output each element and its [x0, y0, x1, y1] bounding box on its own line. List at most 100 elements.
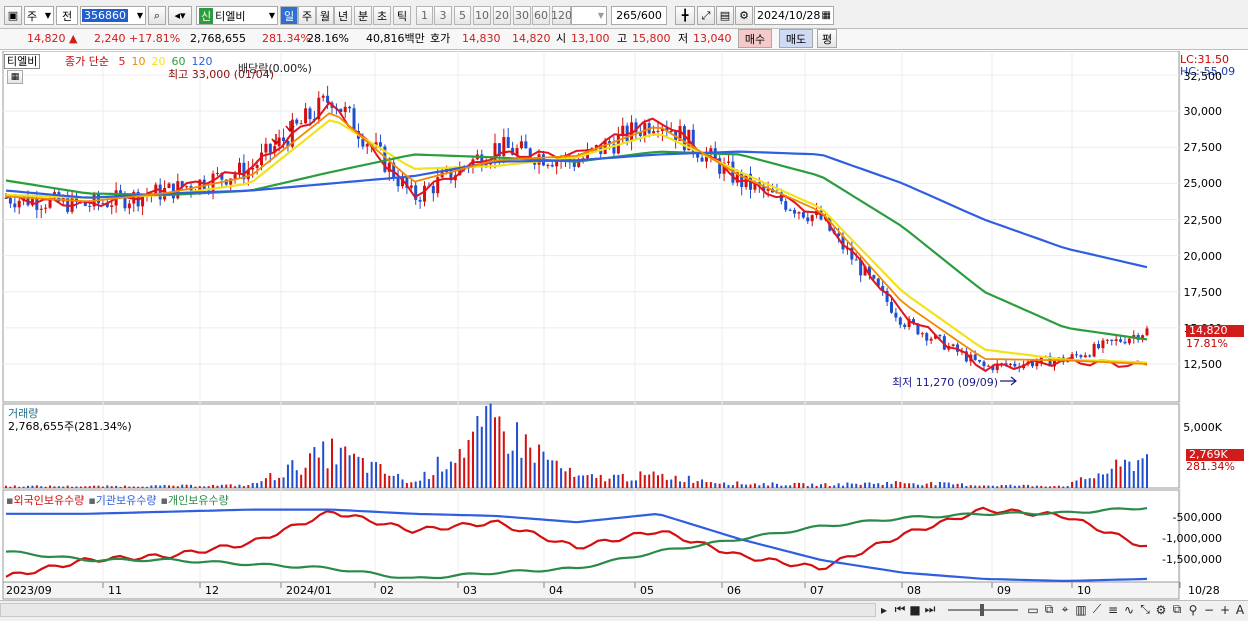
rewind-icon[interactable]: ⏮ — [893, 600, 907, 619]
table-icon[interactable]: ▦ — [7, 70, 23, 84]
volume-bar — [238, 484, 241, 488]
volume-bar — [242, 486, 245, 488]
volume-bar — [542, 451, 545, 488]
volume-bar — [1009, 484, 1012, 488]
holding-legend-item-0[interactable]: 외국인보유수량 — [13, 494, 84, 507]
count-field[interactable]: 265/600 — [611, 6, 667, 25]
candle-body — [1008, 363, 1012, 365]
chevron-down-icon[interactable]: ▼ — [137, 11, 143, 20]
chevron-down-icon[interactable]: ▼ — [269, 11, 275, 20]
chart-scrollbar[interactable] — [0, 603, 876, 617]
period-button-0[interactable]: 일 — [280, 6, 298, 25]
speaker-icon[interactable]: ◂▾ — [168, 6, 192, 25]
volume-bar — [634, 480, 637, 488]
period-button-2[interactable]: 월 — [316, 6, 334, 25]
sell-button[interactable]: 매도 — [779, 29, 813, 48]
volume-bar — [414, 481, 417, 488]
volume-bar — [956, 483, 959, 488]
volume-bar — [331, 438, 333, 488]
period-button-5[interactable]: 초 — [373, 6, 391, 25]
wave-icon[interactable]: ∿ — [1122, 600, 1136, 619]
grid-icon[interactable]: ⧉ — [1042, 600, 1056, 619]
minus-icon[interactable]: − — [1202, 600, 1216, 619]
volume-bar — [150, 485, 153, 488]
cursor-icon[interactable]: ⤡ — [1138, 600, 1152, 619]
draw-tool-icon[interactable]: ⤢ — [697, 6, 715, 25]
font-size-icon[interactable]: A — [1234, 600, 1246, 619]
holding-legend-item-1[interactable]: 기관보유수량 — [96, 494, 157, 507]
interval-custom-select[interactable]: ▼ — [571, 6, 607, 25]
trendline-icon[interactable]: ⟋ — [1090, 600, 1104, 619]
zoom-icon[interactable]: ⚲ — [1186, 600, 1200, 619]
calendar-icon[interactable]: ▦ — [822, 10, 831, 21]
interval-button-4[interactable]: 20 — [493, 6, 511, 25]
up-arrow-icon: ▲ — [69, 32, 78, 45]
search-icon[interactable]: ⌕ — [148, 6, 166, 25]
window-icon[interactable]: ▣ — [4, 6, 22, 25]
gear-icon[interactable]: ⚙ — [1154, 600, 1168, 619]
interval-button-6[interactable]: 60 — [532, 6, 550, 25]
volume-bar — [639, 471, 642, 488]
period-button-1[interactable]: 주 — [298, 6, 316, 25]
time-tick-10: 08 — [907, 584, 921, 597]
candle-body — [550, 164, 554, 167]
candle-body — [304, 108, 308, 124]
code-input[interactable]: 356860 ▼ — [80, 6, 146, 25]
gear-icon[interactable]: ⚙ — [735, 6, 753, 25]
volume-bar — [445, 469, 448, 488]
market-type-select[interactable]: 주 ▼ — [24, 6, 54, 25]
volume-bar — [1066, 486, 1069, 488]
volume-bar — [965, 485, 968, 488]
change: 2,240 +17.81% — [94, 31, 180, 47]
volume-bar — [1000, 484, 1003, 488]
ma-period-5[interactable]: 5 — [118, 55, 125, 68]
window-split-icon[interactable]: ▥ — [1074, 600, 1088, 619]
time-tick-0: 2023/09 — [6, 584, 52, 597]
eval-button[interactable]: 평 — [817, 29, 837, 48]
save-icon[interactable]: ▤ — [716, 6, 734, 25]
candle-body — [1110, 339, 1114, 341]
price-tick-3: 25,000 — [1183, 177, 1223, 191]
time-tick-2: 12 — [205, 584, 219, 597]
interval-button-7[interactable]: 120 — [551, 6, 572, 25]
period-button-4[interactable]: 분 — [354, 6, 372, 25]
range-select[interactable]: 전 — [56, 6, 78, 25]
buy-button[interactable]: 매수 — [738, 29, 772, 48]
interval-button-2[interactable]: 5 — [454, 6, 471, 25]
interval-button-5[interactable]: 30 — [513, 6, 531, 25]
layout-icon[interactable]: ▭ — [1026, 600, 1040, 619]
volume-bar — [273, 480, 276, 488]
period-button-6[interactable]: 틱 — [393, 6, 411, 25]
candle-type-icon[interactable]: ╋ — [675, 6, 695, 25]
volume-bar — [727, 484, 730, 488]
pct-tag: 17.81% — [1186, 337, 1228, 350]
interval-button-0[interactable]: 1 — [416, 6, 433, 25]
ma-period-20[interactable]: 20 — [151, 55, 165, 68]
interval-button-3[interactable]: 10 — [473, 6, 491, 25]
volume-bar — [560, 468, 563, 488]
interval-button-1[interactable]: 3 — [434, 6, 452, 25]
candle-body — [1083, 355, 1087, 358]
stock-chart[interactable] — [0, 51, 1248, 601]
crosshair-icon[interactable]: ⌖ — [1058, 600, 1072, 619]
plus-icon[interactable]: + — [1218, 600, 1232, 619]
copy-icon[interactable]: ⧉ — [1170, 600, 1184, 619]
date-field[interactable]: 2024/10/28 ▦ — [754, 6, 834, 25]
volume-bar — [176, 486, 179, 488]
fib-icon[interactable]: ≡ — [1106, 600, 1120, 619]
stock-name-field[interactable]: 신 티엘비 ▼ — [196, 6, 278, 25]
volume-bar — [97, 485, 100, 488]
stop-icon[interactable]: ■ — [909, 600, 921, 619]
forward-icon[interactable]: ⏭ — [923, 600, 937, 619]
volume-bar — [599, 474, 602, 488]
ma-period-10[interactable]: 10 — [131, 55, 145, 68]
volume-bar — [366, 472, 369, 488]
volume-bar — [44, 486, 47, 488]
zoom-slider-thumb[interactable] — [980, 604, 984, 616]
holding-legend-item-2[interactable]: 개인보유수량 — [168, 494, 229, 507]
time-tick-7: 05 — [640, 584, 654, 597]
volume-bar — [811, 483, 814, 488]
volume-bar — [1049, 486, 1052, 488]
period-button-3[interactable]: 년 — [334, 6, 352, 25]
scroll-right-icon[interactable]: ▸ — [878, 600, 890, 619]
